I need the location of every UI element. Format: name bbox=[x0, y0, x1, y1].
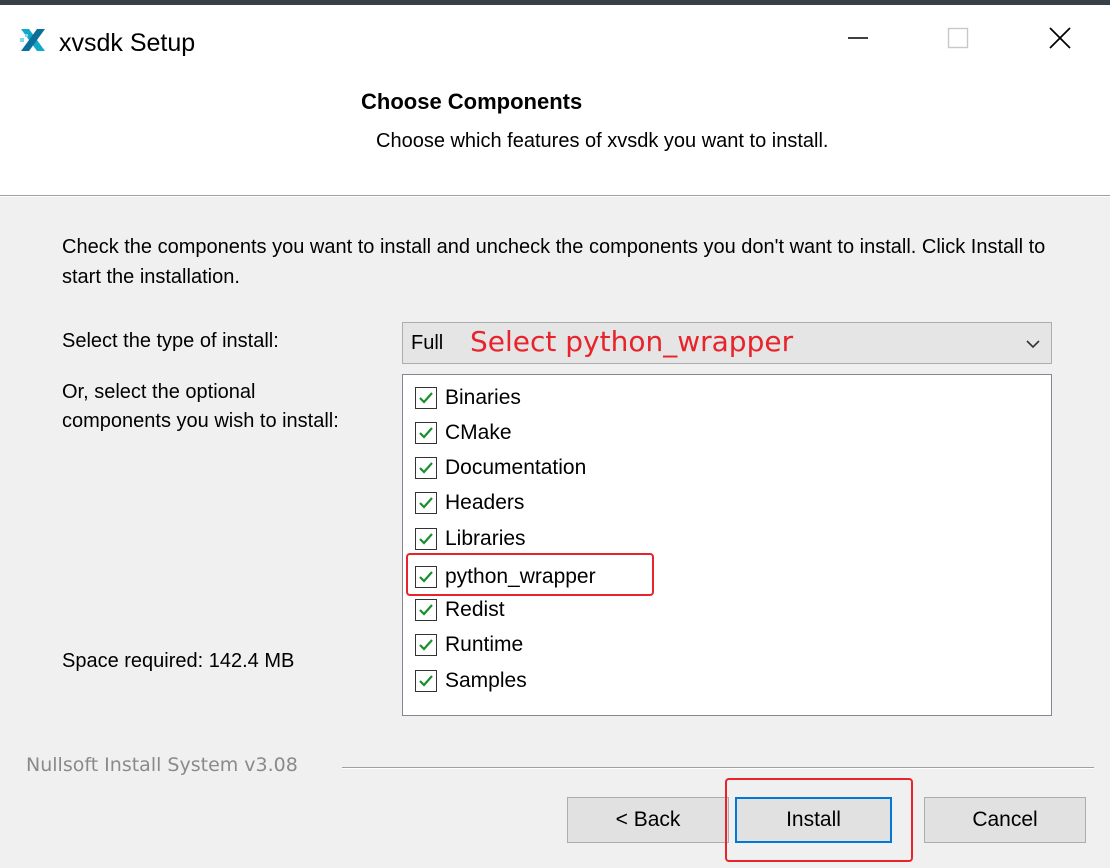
checkmark-icon bbox=[419, 533, 433, 545]
component-item-binaries[interactable]: Binaries bbox=[415, 383, 521, 413]
checkbox[interactable] bbox=[415, 634, 437, 656]
window-title: xvsdk Setup bbox=[59, 29, 196, 57]
component-label: Libraries bbox=[445, 527, 526, 550]
page-title: Choose Components bbox=[361, 89, 583, 114]
component-label: CMake bbox=[445, 421, 512, 444]
checkmark-icon bbox=[419, 675, 433, 687]
component-item-cmake[interactable]: CMake bbox=[415, 418, 512, 448]
component-item-libraries[interactable]: Libraries bbox=[415, 524, 526, 554]
checkmark-icon bbox=[419, 427, 433, 439]
component-label: Headers bbox=[445, 491, 525, 514]
component-label: Binaries bbox=[445, 386, 521, 409]
component-label: Runtime bbox=[445, 633, 524, 656]
page-header: Choose Components Choose which features … bbox=[0, 71, 1110, 195]
component-item-samples[interactable]: Samples bbox=[415, 666, 527, 696]
optional-components-label: Or, select the optional components you w… bbox=[62, 381, 339, 432]
space-required-label: Space required: 142.4 MB bbox=[62, 650, 295, 672]
footer-divider-highlight bbox=[342, 768, 1094, 769]
header-divider-highlight bbox=[0, 196, 1110, 197]
cancel-button[interactable]: Cancel bbox=[924, 797, 1086, 843]
maximize-button[interactable] bbox=[918, 5, 998, 71]
minimize-button[interactable] bbox=[818, 5, 898, 71]
checkmark-icon bbox=[419, 462, 433, 474]
checkmark-icon bbox=[419, 639, 433, 651]
checkbox[interactable] bbox=[415, 599, 437, 621]
installer-window: xvsdk Setup Choose Components Choose whi… bbox=[0, 0, 1110, 868]
back-button[interactable]: < Back bbox=[567, 797, 729, 843]
component-item-runtime[interactable]: Runtime bbox=[415, 630, 523, 660]
minimize-icon bbox=[848, 37, 868, 39]
install-type-label: Select the type of install: bbox=[62, 330, 279, 352]
checkbox[interactable] bbox=[415, 422, 437, 444]
install-type-value: Full bbox=[411, 332, 444, 354]
page-subtitle: Choose which features of xvsdk you want … bbox=[376, 130, 829, 152]
checkbox[interactable] bbox=[415, 457, 437, 479]
component-item-redist[interactable]: Redist bbox=[415, 595, 505, 625]
xvsdk-logo-icon bbox=[20, 29, 45, 51]
branding-text: Nullsoft Install System v3.08 bbox=[26, 754, 298, 776]
checkmark-icon bbox=[419, 392, 433, 404]
checkbox[interactable] bbox=[415, 492, 437, 514]
close-button[interactable] bbox=[1020, 5, 1100, 71]
annotation-highlight-install bbox=[725, 778, 913, 862]
checkmark-icon bbox=[419, 604, 433, 616]
component-label: Samples bbox=[445, 669, 527, 692]
component-label: Documentation bbox=[445, 456, 587, 479]
component-list[interactable]: Binaries CMake Documentation Headers Lib… bbox=[402, 374, 1052, 716]
annotation-highlight-python-wrapper bbox=[406, 553, 654, 596]
maximize-icon bbox=[947, 27, 969, 49]
component-label: Redist bbox=[445, 598, 505, 621]
component-item-documentation[interactable]: Documentation bbox=[415, 453, 586, 483]
checkmark-icon bbox=[419, 497, 433, 509]
component-item-headers[interactable]: Headers bbox=[415, 488, 524, 518]
checkbox[interactable] bbox=[415, 528, 437, 550]
close-icon bbox=[1049, 27, 1071, 49]
annotation-select-hint: Select python_wrapper bbox=[470, 325, 794, 358]
instructions-text: Check the components you want to install… bbox=[62, 236, 1046, 288]
checkbox[interactable] bbox=[415, 670, 437, 692]
checkbox[interactable] bbox=[415, 387, 437, 409]
chevron-down-icon bbox=[1026, 340, 1040, 349]
